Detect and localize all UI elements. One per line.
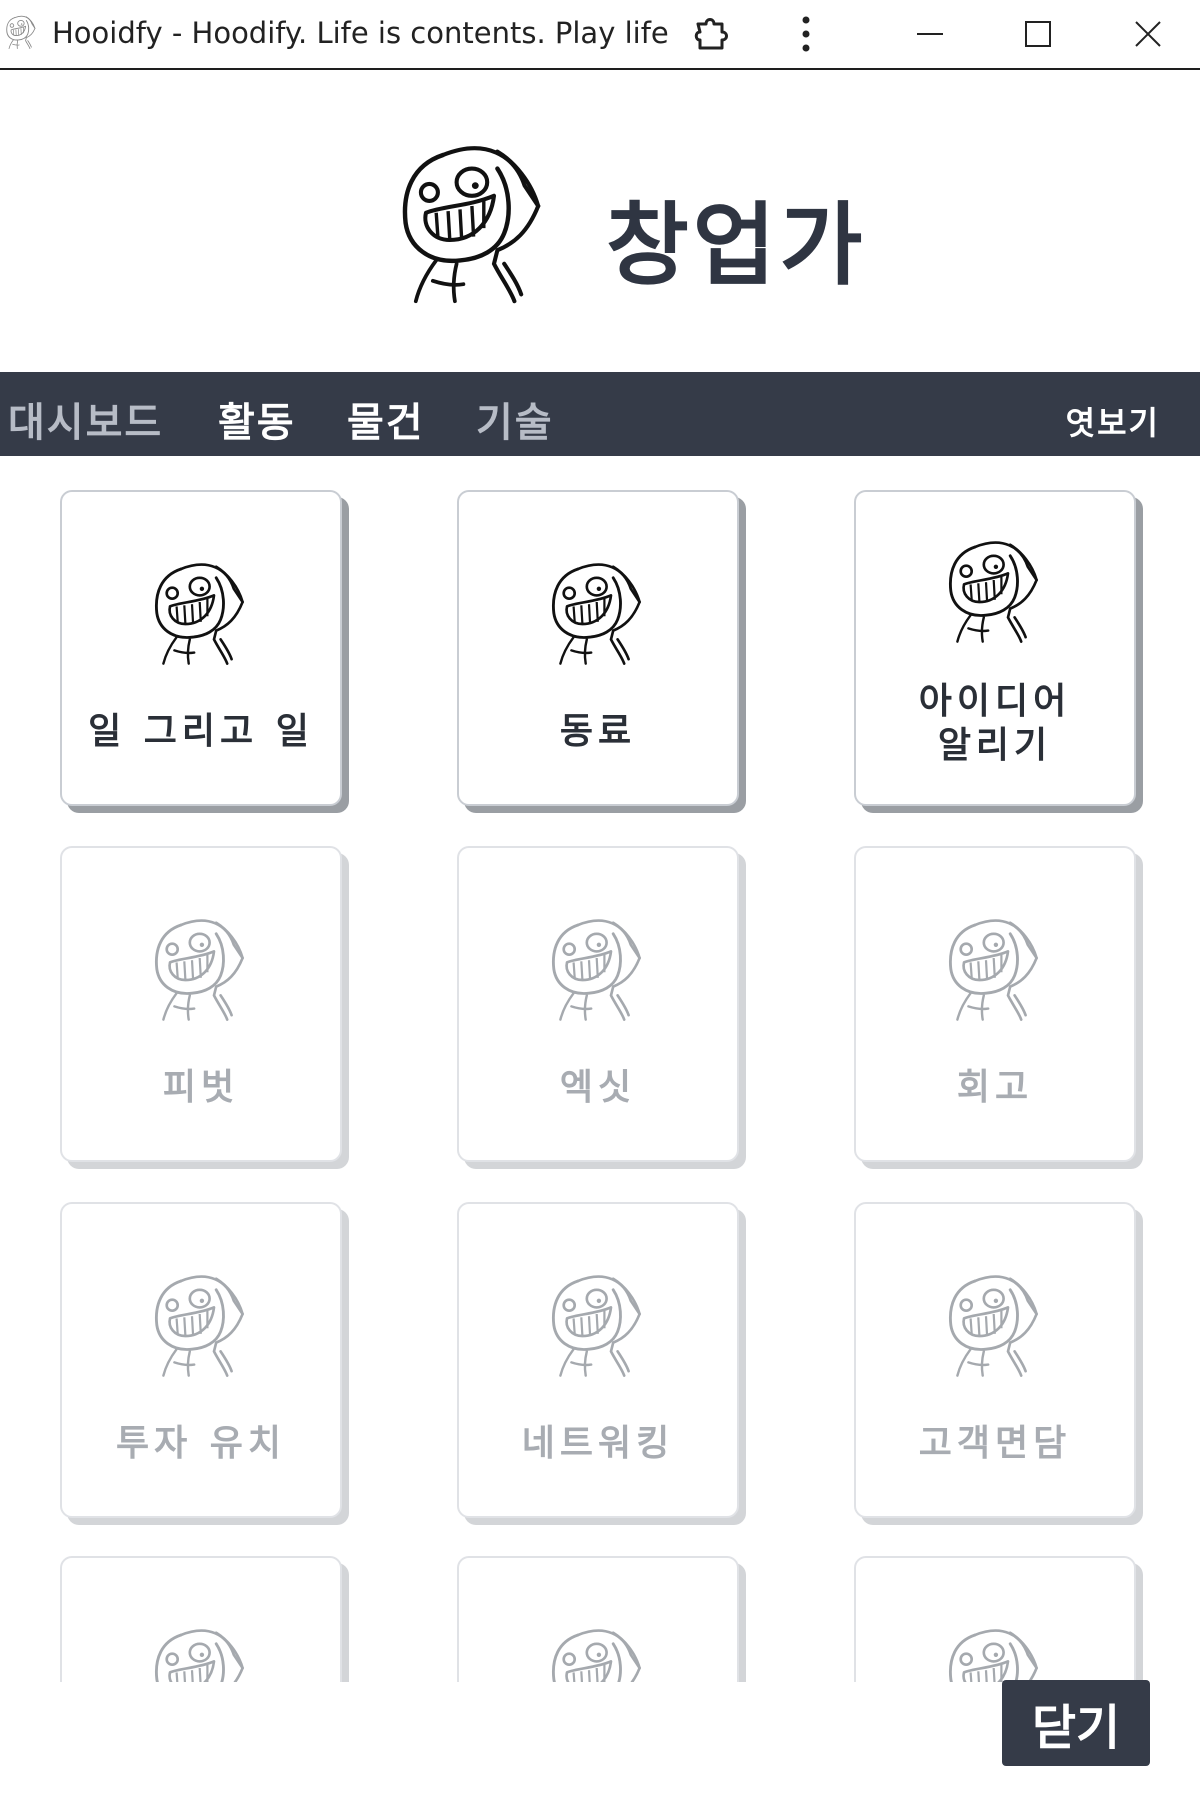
hooded-face-icon xyxy=(545,914,655,1024)
maximize-icon[interactable] xyxy=(1008,8,1068,60)
more-vertical-icon[interactable] xyxy=(780,8,832,60)
card-label: 동료 xyxy=(559,711,637,752)
app-icon xyxy=(4,14,40,50)
card-label: 피벗 xyxy=(162,1067,240,1108)
close-icon[interactable] xyxy=(1118,8,1178,60)
window-titlebar: Hooidfy - Hoodify. Life is contents. Pla… xyxy=(0,0,1200,70)
category-nav: 대시보드 활동 물건 기술 엿보기 xyxy=(0,372,1200,456)
locked-activity-card[interactable]: 엑싯 xyxy=(457,846,739,1162)
activity-card[interactable]: 아이디어 알리기 xyxy=(854,490,1136,806)
nav-tab-activity[interactable]: 활동 xyxy=(218,390,296,448)
card-label: 네트워킹 xyxy=(521,1423,675,1464)
hooded-face-icon xyxy=(942,536,1052,646)
card-label: 엑싯 xyxy=(559,1067,637,1108)
page-title: 창업가 xyxy=(606,193,867,298)
locked-activity-card[interactable]: 네트워킹 xyxy=(457,1202,739,1518)
card-label: 아이디어 알리기 xyxy=(856,680,1134,768)
activity-card-grid: 일 그리고 일 동료 아이디어 알리기 피벗 엑싯 회고 투자 유치 네트워킹 … xyxy=(0,456,1200,1682)
locked-activity-card[interactable] xyxy=(60,1556,342,1682)
peek-button[interactable]: 엿보기 xyxy=(1066,398,1160,444)
nav-tab-skills[interactable]: 기술 xyxy=(476,390,554,448)
locked-activity-card[interactable]: 고객면담 xyxy=(854,1202,1136,1518)
locked-activity-card[interactable]: 피벗 xyxy=(60,846,342,1162)
hooded-face-icon xyxy=(545,558,655,668)
hooded-face-icon xyxy=(148,914,258,1024)
card-label: 회고 xyxy=(956,1067,1034,1108)
nav-tab-items[interactable]: 물건 xyxy=(347,390,425,448)
hooded-face-icon xyxy=(545,1270,655,1380)
locked-activity-card[interactable] xyxy=(854,1556,1136,1682)
activity-card[interactable]: 동료 xyxy=(457,490,739,806)
card-label: 일 그리고 일 xyxy=(88,711,314,752)
hooded-face-icon xyxy=(942,1270,1052,1380)
hooded-face-icon xyxy=(148,1270,258,1380)
locked-activity-card[interactable] xyxy=(457,1556,739,1682)
card-label: 투자 유치 xyxy=(115,1423,286,1464)
card-label: 고객면담 xyxy=(918,1423,1072,1464)
extension-icon[interactable] xyxy=(686,8,738,60)
close-button[interactable]: 닫기 xyxy=(1002,1680,1150,1766)
hooded-face-icon xyxy=(148,1624,258,1682)
hooded-face-icon xyxy=(148,558,258,668)
profile-header: 창업가 xyxy=(0,72,1200,372)
hooded-face-icon xyxy=(942,914,1052,1024)
hooded-face-icon xyxy=(942,1624,1052,1682)
locked-activity-card[interactable]: 회고 xyxy=(854,846,1136,1162)
hooded-face-icon xyxy=(545,1624,655,1682)
hooded-face-icon xyxy=(392,138,562,308)
activity-card[interactable]: 일 그리고 일 xyxy=(60,490,342,806)
window-title: Hooidfy - Hoodify. Life is contents. Pla… xyxy=(52,16,669,50)
locked-activity-card[interactable]: 투자 유치 xyxy=(60,1202,342,1518)
minimize-icon[interactable] xyxy=(900,8,960,60)
card-label-line1: 아이디어 xyxy=(918,681,1072,722)
card-label-line2: 알리기 xyxy=(937,725,1053,766)
nav-tab-dashboard[interactable]: 대시보드 xyxy=(8,390,163,448)
